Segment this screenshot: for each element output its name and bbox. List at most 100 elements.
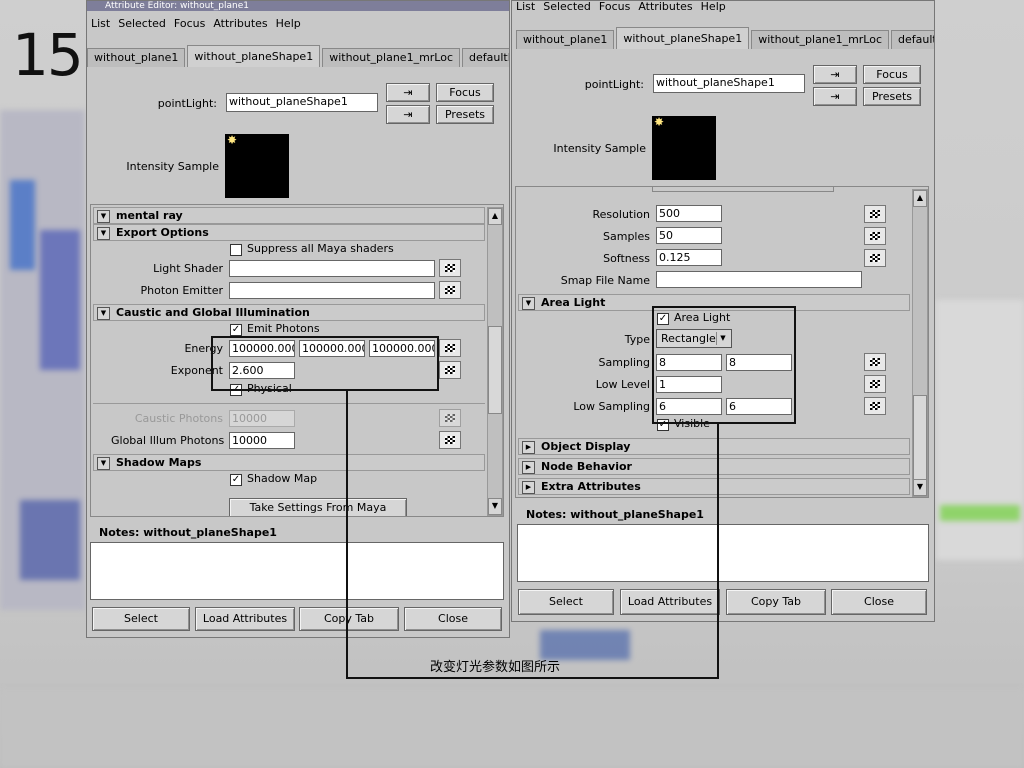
smap-file-label: Smap File Name (560, 274, 650, 287)
light-shader-map-icon[interactable] (439, 259, 461, 277)
collapse-icon[interactable]: ▼ (97, 227, 110, 240)
select-button[interactable]: Select (518, 589, 614, 615)
low-level-map-icon[interactable] (864, 375, 886, 393)
light-shader-field[interactable] (229, 260, 435, 277)
expand-icon[interactable]: ▶ (522, 461, 535, 474)
low-sampling-map-icon[interactable] (864, 397, 886, 415)
annotation-box-left (211, 336, 439, 391)
expand-icon[interactable]: ▶ (522, 441, 535, 454)
close-button[interactable]: Close (404, 607, 502, 631)
menu-list[interactable]: List (91, 17, 110, 30)
section-export-options[interactable]: ▼ Export Options (93, 224, 485, 241)
node-name-field[interactable]: without_planeShape1 (653, 74, 805, 93)
global-illum-map-icon[interactable] (439, 431, 461, 449)
tab-defaultlight[interactable]: defaultLight (462, 48, 509, 67)
close-button[interactable]: Close (831, 589, 927, 615)
node-name-field[interactable]: without_planeShape1 (226, 93, 378, 112)
intensity-sample-label: Intensity Sample (126, 160, 219, 173)
collapse-icon[interactable]: ▼ (522, 297, 535, 310)
resolution-map-icon[interactable] (864, 205, 886, 223)
intensity-sample-label: Intensity Sample (553, 142, 646, 155)
caption-text: 改变灯光参数如图所示 (430, 660, 561, 675)
menu-attributes[interactable]: Attributes (638, 1, 692, 13)
photon-emitter-field[interactable] (229, 282, 435, 299)
softness-map-icon[interactable] (864, 249, 886, 267)
section-node-behavior[interactable]: ▶ Node Behavior (518, 458, 910, 475)
section-shadow-maps[interactable]: ▼ Shadow Maps (93, 454, 485, 471)
copy-tab-button[interactable]: Copy Tab (726, 589, 826, 615)
prev-section-edge (652, 187, 834, 192)
samples-field[interactable]: 50 (656, 227, 722, 244)
expand-icon[interactable]: ▶ (522, 481, 535, 494)
section-caustic-gi[interactable]: ▼ Caustic and Global Illumination (93, 304, 485, 321)
collapse-icon[interactable]: ▼ (97, 210, 110, 223)
scroll-down-icon[interactable]: ▼ (913, 479, 927, 496)
tab-bar: without_plane1 without_planeShape1 witho… (516, 27, 934, 49)
notes-textarea[interactable] (90, 542, 504, 600)
notes-textarea[interactable] (517, 524, 929, 582)
scroll-up-icon[interactable]: ▲ (488, 208, 502, 225)
scroll-up-icon[interactable]: ▲ (913, 190, 927, 207)
scroll-thumb[interactable] (913, 395, 927, 483)
resolution-field[interactable]: 500 (656, 205, 722, 222)
annotation-connector-bottom (346, 677, 719, 679)
suppress-shaders-checkbox[interactable] (230, 244, 242, 256)
menu-focus[interactable]: Focus (599, 1, 630, 13)
light-star-icon: ✸ (227, 133, 238, 147)
menu-help[interactable]: Help (701, 1, 726, 13)
goto-output-button[interactable]: ⇥ (813, 87, 857, 106)
blurred-selected-row (940, 505, 1020, 521)
attribute-scrollbar[interactable]: ▲ ▼ (912, 189, 928, 497)
tab-mrloc[interactable]: without_plane1_mrLoc (322, 48, 461, 67)
menu-selected[interactable]: Selected (118, 17, 166, 30)
menu-help[interactable]: Help (276, 17, 301, 30)
blurred-icon-cluster (40, 230, 80, 370)
tab-without-plane1[interactable]: without_plane1 (87, 48, 186, 67)
section-extra-attributes[interactable]: ▶ Extra Attributes (518, 478, 910, 495)
take-settings-button[interactable]: Take Settings From Maya (229, 498, 407, 516)
menu-attributes[interactable]: Attributes (213, 17, 267, 30)
energy-label: Energy (184, 342, 223, 355)
menu-list[interactable]: List (516, 1, 535, 13)
menu-bar: List Selected Focus Attributes Help (512, 1, 934, 15)
tab-mrloc[interactable]: without_plane1_mrLoc (751, 30, 890, 49)
tab-defaultlight[interactable]: defaultLight (891, 30, 934, 49)
load-attributes-button[interactable]: Load Attributes (195, 607, 295, 631)
shadow-map-checkbox[interactable]: ✓ (230, 474, 242, 486)
load-node-button[interactable]: ⇥ (386, 83, 430, 102)
softness-field[interactable]: 0.125 (656, 249, 722, 266)
select-button[interactable]: Select (92, 607, 190, 631)
shadow-map-label: Shadow Map (247, 472, 318, 485)
scroll-down-icon[interactable]: ▼ (488, 498, 502, 515)
attribute-scrollbar[interactable]: ▲ ▼ (487, 207, 503, 516)
low-level-label: Low Level (595, 378, 650, 391)
focus-button[interactable]: Focus (436, 83, 494, 102)
samples-map-icon[interactable] (864, 227, 886, 245)
collapse-icon[interactable]: ▼ (97, 457, 110, 470)
goto-output-button[interactable]: ⇥ (386, 105, 430, 124)
section-mental-ray[interactable]: ▼ mental ray (93, 207, 485, 224)
photon-emitter-map-icon[interactable] (439, 281, 461, 299)
section-object-display[interactable]: ▶ Object Display (518, 438, 910, 455)
energy-map-icon[interactable] (439, 339, 461, 357)
tab-without-planeshape1[interactable]: without_planeShape1 (187, 45, 321, 67)
menu-selected[interactable]: Selected (543, 1, 591, 13)
load-attributes-button[interactable]: Load Attributes (620, 589, 720, 615)
exponent-map-icon[interactable] (439, 361, 461, 379)
focus-button[interactable]: Focus (863, 65, 921, 84)
global-illum-field[interactable]: 10000 (229, 432, 295, 449)
presets-button[interactable]: Presets (863, 87, 921, 106)
scroll-thumb[interactable] (488, 326, 502, 414)
load-node-button[interactable]: ⇥ (813, 65, 857, 84)
collapse-icon[interactable]: ▼ (97, 307, 110, 320)
copy-tab-button[interactable]: Copy Tab (299, 607, 399, 631)
smap-file-field[interactable] (656, 271, 862, 288)
menu-focus[interactable]: Focus (174, 17, 205, 30)
resolution-label: Resolution (592, 208, 650, 221)
sampling-map-icon[interactable] (864, 353, 886, 371)
emit-photons-checkbox[interactable]: ✓ (230, 324, 242, 336)
presets-button[interactable]: Presets (436, 105, 494, 124)
tab-without-planeshape1[interactable]: without_planeShape1 (616, 27, 750, 49)
emit-photons-label: Emit Photons (247, 322, 320, 335)
tab-without-plane1[interactable]: without_plane1 (516, 30, 615, 49)
